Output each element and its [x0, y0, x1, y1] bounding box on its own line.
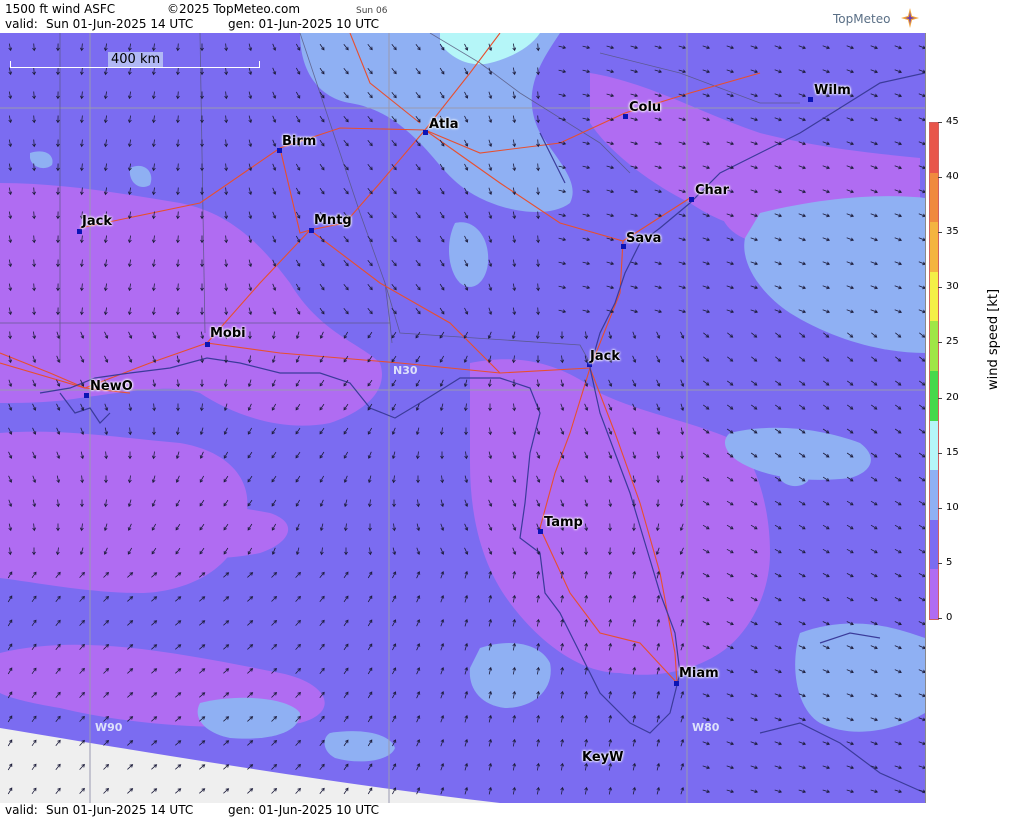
city-marker: [674, 681, 679, 686]
color-bar: [929, 122, 939, 620]
valid-time: Sun 01-Jun-2025 14 UTC: [46, 17, 194, 31]
map-footer: valid: Sun 01-Jun-2025 14 UTC gen: 01-Ju…: [0, 803, 926, 817]
color-bar-segment: [930, 420, 938, 471]
topmeteo-logo[interactable]: TopMeteo: [833, 8, 925, 30]
lat-label-n30: N30: [393, 364, 418, 377]
legend-tick-mark: [938, 397, 942, 399]
city-label[interactable]: Jack: [590, 349, 620, 364]
city-label[interactable]: Colu: [629, 100, 661, 115]
color-bar-segment: [930, 271, 938, 322]
city-label[interactable]: Tamp: [544, 515, 583, 530]
city-label[interactable]: Birm: [282, 134, 316, 149]
legend-tick-label: 5: [946, 556, 953, 568]
city-label[interactable]: Char: [695, 183, 729, 198]
city-label[interactable]: Miam: [679, 666, 719, 681]
copyright: ©2025 TopMeteo.com: [167, 2, 301, 16]
day-tab[interactable]: Sun 06: [356, 4, 387, 18]
legend-tick-label: 45: [946, 116, 959, 127]
city-label[interactable]: Atla: [429, 117, 459, 132]
scale-label: 400 km: [108, 52, 164, 67]
city-label[interactable]: KeyW: [582, 750, 623, 765]
legend-tick-mark: [938, 122, 942, 123]
city-label[interactable]: Wilm: [814, 83, 851, 98]
color-bar-segment: [930, 519, 938, 570]
legend-tick-mark: [938, 507, 942, 509]
city-label[interactable]: Jack: [82, 214, 112, 229]
city-marker: [309, 228, 314, 233]
city-marker: [808, 97, 813, 102]
brand-name: TopMeteo: [833, 12, 891, 26]
legend-tick-label: 10: [946, 501, 959, 513]
legend-tick-mark: [938, 232, 942, 234]
color-bar-segment: [930, 321, 938, 372]
lon-label-w80: W80: [692, 721, 720, 734]
city-marker: [77, 229, 82, 234]
city-label[interactable]: Mobi: [210, 326, 246, 341]
valid-label: valid:: [5, 17, 38, 31]
color-bar-segment: [930, 172, 938, 223]
compass-star-icon: [901, 8, 919, 28]
city-label[interactable]: Sava: [626, 231, 661, 246]
color-bar-segment: [930, 569, 938, 620]
wind-field-svg: [0, 33, 925, 803]
legend-tick-mark: [938, 177, 942, 179]
legend-tick-label: 25: [946, 336, 959, 348]
city-marker: [205, 342, 210, 347]
wind-map[interactable]: 400 km N30 W90 W80 Birm Atla Colu Wilm J…: [0, 33, 926, 803]
wind-speed-legend: 45 40 35 30 25 20 15 10 5 0 wind speed [kt]: [926, 0, 1017, 817]
city-marker: [538, 529, 543, 534]
color-bar-segment: [930, 371, 938, 422]
legend-tick-label: 30: [946, 281, 959, 293]
legend-tick-mark: [938, 562, 942, 564]
legend-tick-mark: [938, 618, 942, 619]
footer-valid-time: Sun 01-Jun-2025 14 UTC: [46, 803, 194, 817]
gen-time: gen: 01-Jun-2025 10 UTC: [228, 17, 380, 31]
color-bar-segment: [930, 470, 938, 521]
city-marker: [423, 130, 428, 135]
lon-label-w90: W90: [95, 721, 123, 734]
legend-unit-label: wind speed [kt]: [986, 288, 1001, 390]
footer-valid-label: valid:: [5, 803, 38, 817]
legend-tick-mark: [938, 452, 942, 454]
legend-tick-label: 40: [946, 171, 959, 183]
city-label[interactable]: NewO: [90, 379, 133, 394]
color-bar-segment: [930, 123, 938, 174]
product-title: 1500 ft wind ASFC: [5, 2, 116, 16]
legend-tick-label: 15: [946, 446, 959, 458]
color-bar-segment: [930, 222, 938, 273]
city-label[interactable]: Mntg: [314, 213, 352, 228]
map-header: 1500 ft wind ASFC ©2025 TopMeteo.com Sun…: [0, 0, 926, 33]
city-marker: [689, 197, 694, 202]
legend-tick-mark: [938, 287, 942, 289]
legend-tick-mark: [938, 342, 942, 344]
legend-tick-label: 0: [946, 612, 953, 623]
city-marker: [84, 393, 89, 398]
city-marker: [623, 114, 628, 119]
legend-tick-label: 35: [946, 226, 959, 238]
footer-gen-time: gen: 01-Jun-2025 10 UTC: [228, 803, 380, 817]
legend-tick-label: 20: [946, 391, 959, 403]
